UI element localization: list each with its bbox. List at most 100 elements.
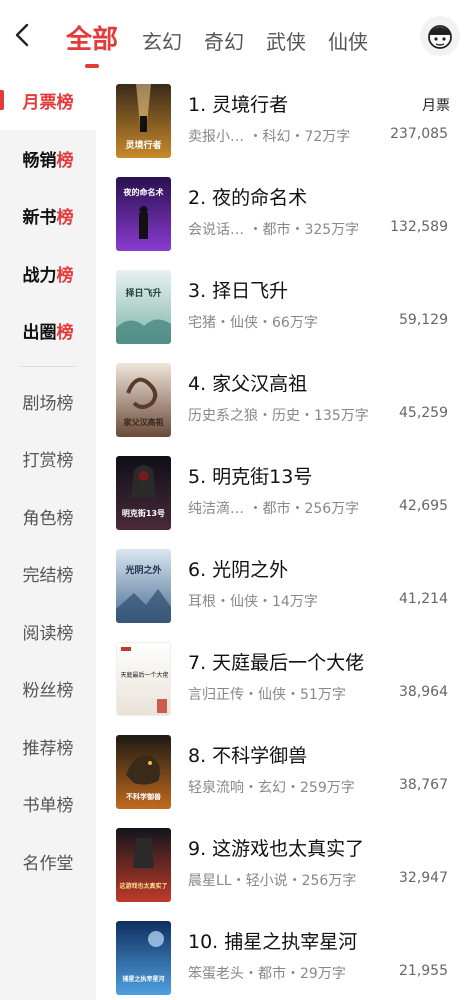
book-title[interactable]: 2. 夜的命名术 xyxy=(188,183,307,210)
sidebar-item-booklist[interactable]: 书单榜 xyxy=(0,775,96,833)
sidebar-item-power[interactable]: 战力榜 xyxy=(0,245,96,303)
top-bar: 全部 玄幻 奇幻 武侠 仙侠 xyxy=(0,0,470,72)
book-title[interactable]: 5. 明克街13号 xyxy=(188,462,312,489)
category-tabs: 全部 玄幻 奇幻 武侠 仙侠 xyxy=(66,14,390,58)
book-cover-image: 灵境行者 xyxy=(116,84,171,158)
monthly-ticket-count: 32,947 xyxy=(399,870,448,886)
book-meta: 会说话… ・都市・325万字 xyxy=(188,222,360,238)
list-item[interactable]: 择日飞升 3. 择日飞升 宅猪・仙侠・66万字 59,129 xyxy=(96,262,470,354)
cover-title-text: 天庭最后一个大佬 xyxy=(120,671,168,679)
tab-all[interactable]: 全部 xyxy=(66,22,118,58)
monthly-ticket-count: 42,695 xyxy=(399,498,448,514)
sidebar-item-reward[interactable]: 打赏榜 xyxy=(0,430,96,488)
book-title[interactable]: 4. 家父汉高祖 xyxy=(188,369,307,396)
sidebar-item-completed[interactable]: 完结榜 xyxy=(0,545,96,603)
sidebar-item-label-tail: 榜 xyxy=(56,93,74,114)
book-meta: 轻泉流响・玄幻・259万字 xyxy=(188,780,355,796)
sidebar-item-recommend[interactable]: 推荐榜 xyxy=(0,718,96,776)
sidebar-item-label: 畅销 xyxy=(22,150,57,171)
sidebar-item-label-tail: 榜 xyxy=(56,208,74,229)
monthly-ticket-count: 38,964 xyxy=(399,684,448,700)
book-cover[interactable]: 天庭最后一个大佬 xyxy=(116,642,171,716)
back-button[interactable] xyxy=(10,20,36,50)
sidebar-item-label-tail: 榜 xyxy=(56,265,74,286)
user-avatar-button[interactable] xyxy=(420,16,460,56)
list-item[interactable]: 光阴之外 6. 光阴之外 耳根・仙侠・14万字 41,214 xyxy=(96,541,470,633)
monthly-ticket-count: 132,589 xyxy=(390,219,448,235)
list-item[interactable]: 明克街13号 5. 明克街13号 纯洁滴… ・都市・256万字 42,695 xyxy=(96,448,470,540)
book-meta: 耳根・仙侠・14万字 xyxy=(188,594,318,610)
book-title[interactable]: 3. 择日飞升 xyxy=(188,276,288,303)
book-cover-image: 天庭最后一个大佬 xyxy=(117,643,170,715)
sidebar-item-character[interactable]: 角色榜 xyxy=(0,488,96,546)
list-item[interactable]: 家父汉高祖 4. 家父汉高祖 历史系之狼・历史・135万字 45,259 xyxy=(96,355,470,447)
book-cover[interactable]: 家父汉高祖 xyxy=(116,363,171,437)
tab-wuxia[interactable]: 武侠 xyxy=(266,26,306,58)
sidebar-item-bestseller[interactable]: 畅销榜 xyxy=(0,130,96,188)
cover-title-text: 夜的命名术 xyxy=(123,187,164,197)
cover-title-text: 这游戏也太真实了 xyxy=(119,882,167,890)
book-cover[interactable]: 择日飞升 xyxy=(116,270,171,344)
book-cover-image: 夜的命名术 xyxy=(116,177,171,251)
list-item[interactable]: 这游戏也太真实了 9. 这游戏也太真实了 晨星LL・轻小说・256万字 32,9… xyxy=(96,820,470,912)
book-cover-image: 不科学御兽 xyxy=(116,735,171,809)
book-cover-image: 家父汉高祖 xyxy=(116,363,171,437)
cover-title-text: 家父汉高祖 xyxy=(124,417,164,427)
book-cover-image: 捕星之执宰星河 xyxy=(116,921,171,995)
sidebar-item-label-tail: 榜 xyxy=(56,150,74,171)
tab-qihuan[interactable]: 奇幻 xyxy=(204,26,244,58)
book-cover-image: 光阴之外 xyxy=(116,549,171,623)
cover-title-text: 择日飞升 xyxy=(125,287,161,299)
sidebar-item-label: 月票 xyxy=(22,93,57,114)
book-meta: 言归正传・仙侠・51万字 xyxy=(188,687,346,703)
sidebar-item-label: 战力 xyxy=(22,265,57,286)
sidebar-item-label: 新书 xyxy=(22,208,57,229)
sidebar-item-label-tail: 榜 xyxy=(56,323,74,344)
sidebar-divider xyxy=(20,365,76,367)
book-cover[interactable]: 灵境行者 xyxy=(116,84,171,158)
sidebar-item-theater[interactable]: 剧场榜 xyxy=(0,373,96,431)
monthly-ticket-count: 59,129 xyxy=(399,312,448,328)
sidebar-item-new-books[interactable]: 新书榜 xyxy=(0,187,96,245)
list-item[interactable]: 不科学御兽 8. 不科学御兽 轻泉流响・玄幻・259万字 38,767 xyxy=(96,727,470,819)
list-item[interactable]: 灵境行者 1. 灵境行者 卖报小… ・科幻・72万字 237,085 xyxy=(96,76,470,168)
sidebar-item-breakout[interactable]: 出圈榜 xyxy=(0,302,96,360)
book-title[interactable]: 9. 这游戏也太真实了 xyxy=(188,834,364,861)
book-title[interactable]: 7. 天庭最后一个大佬 xyxy=(188,648,364,675)
list-item[interactable]: 天庭最后一个大佬 7. 天庭最后一个大佬 言归正传・仙侠・51万字 38,964 xyxy=(96,634,470,726)
book-title[interactable]: 1. 灵境行者 xyxy=(188,90,288,117)
tab-xianxia[interactable]: 仙侠 xyxy=(328,26,368,58)
book-cover[interactable]: 捕星之执宰星河 xyxy=(116,921,171,995)
book-cover-image: 明克街13号 xyxy=(116,456,171,530)
list-item[interactable]: 捕星之执宰星河 10. 捕星之执宰星河 笨蛋老头・都市・29万字 21,955 xyxy=(96,913,470,1000)
cover-title-text: 光阴之外 xyxy=(124,564,161,576)
book-cover-image: 择日飞升 xyxy=(116,270,171,344)
book-title[interactable]: 8. 不科学御兽 xyxy=(188,741,307,768)
book-cover[interactable]: 夜的命名术 xyxy=(116,177,171,251)
tab-xuanhuan[interactable]: 玄幻 xyxy=(142,26,182,58)
book-meta: 晨星LL・轻小说・256万字 xyxy=(188,873,357,889)
book-cover[interactable]: 明克街13号 xyxy=(116,456,171,530)
book-cover[interactable]: 这游戏也太真实了 xyxy=(116,828,171,902)
book-cover[interactable]: 光阴之外 xyxy=(116,549,171,623)
book-cover[interactable]: 不科学御兽 xyxy=(116,735,171,809)
cover-title-text: 捕星之执宰星河 xyxy=(122,975,164,983)
user-avatar-icon xyxy=(428,25,452,49)
monthly-ticket-count: 38,767 xyxy=(399,777,448,793)
monthly-ticket-count: 21,955 xyxy=(399,963,448,979)
book-meta: 宅猪・仙侠・66万字 xyxy=(188,315,318,331)
sidebar-item-fans[interactable]: 粉丝榜 xyxy=(0,660,96,718)
sidebar-item-reading[interactable]: 阅读榜 xyxy=(0,603,96,661)
book-meta: 笨蛋老头・都市・29万字 xyxy=(188,966,346,982)
book-title[interactable]: 10. 捕星之执宰星河 xyxy=(188,927,357,954)
ranking-sidebar: 月票榜 畅销榜 新书榜 战力榜 出圈榜 剧场榜 打赏榜 角色榜 完结榜 阅读榜 … xyxy=(0,72,96,1000)
monthly-ticket-count: 45,259 xyxy=(399,405,448,421)
book-meta: 卖报小… ・科幻・72万字 xyxy=(188,129,351,145)
sidebar-item-masterpiece[interactable]: 名作堂 xyxy=(0,833,96,891)
list-item[interactable]: 夜的命名术 2. 夜的命名术 会说话… ・都市・325万字 132,589 xyxy=(96,169,470,261)
sidebar-item-label: 出圈 xyxy=(22,323,57,344)
cover-title-text: 不科学御兽 xyxy=(126,792,161,801)
chevron-left-icon xyxy=(15,23,29,47)
book-title[interactable]: 6. 光阴之外 xyxy=(188,555,288,582)
sidebar-item-monthly-ticket[interactable]: 月票榜 xyxy=(0,72,96,130)
